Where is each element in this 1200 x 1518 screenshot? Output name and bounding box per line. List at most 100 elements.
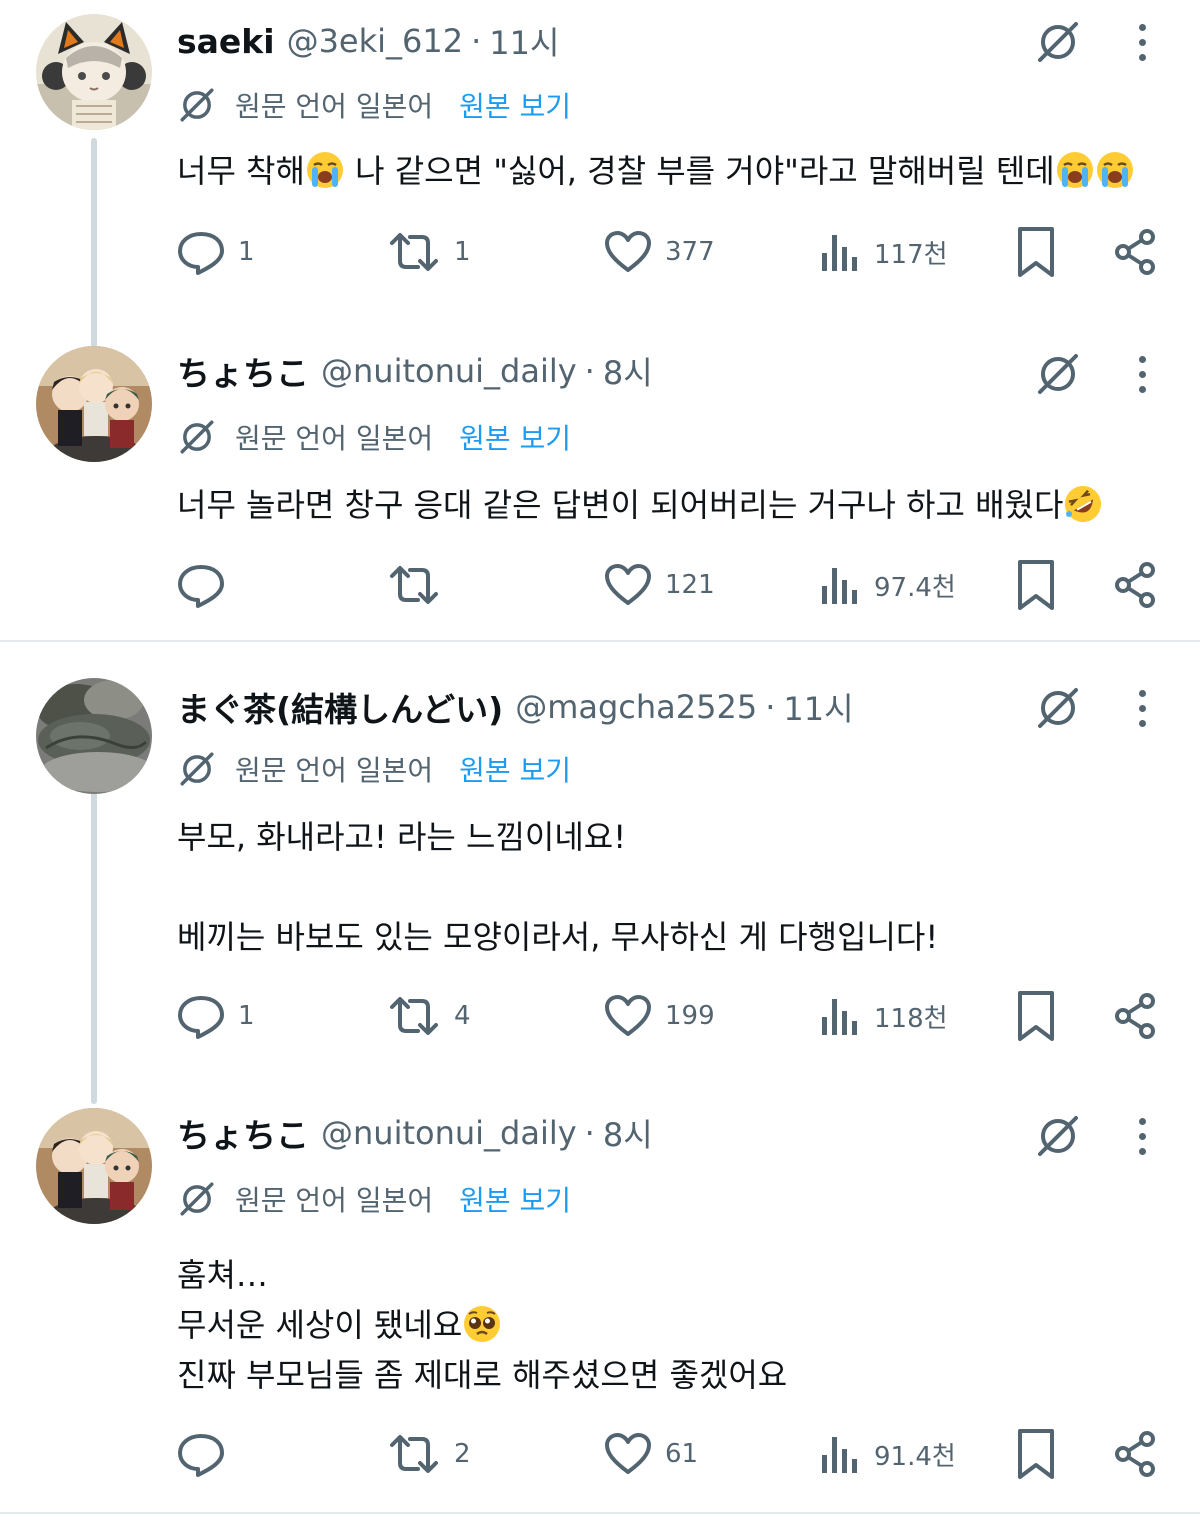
plush-dolls-group-avatar-icon — [36, 346, 152, 462]
avatar[interactable] — [36, 14, 152, 130]
reply-button[interactable]: 1 — [176, 986, 255, 1046]
retweet-count: 1 — [454, 237, 471, 267]
tweet-text-line — [177, 862, 1167, 912]
show-original-link[interactable]: 원본 보기 — [459, 417, 571, 457]
bookmark-icon — [1018, 991, 1054, 1041]
show-original-link[interactable]: 원본 보기 — [459, 1179, 571, 1219]
reply-icon — [178, 996, 224, 1039]
retweet-button[interactable]: 2 — [386, 1424, 471, 1484]
grok-button[interactable] — [1030, 346, 1086, 402]
user-handle[interactable]: @nuitonui_daily — [321, 352, 577, 390]
tweet-text-segment: 부모, 화내라고! 라는 느낌이네요! — [177, 818, 627, 856]
reply-button[interactable]: 1 — [176, 222, 255, 282]
tweet-header: ちょちこ @nuitonui_daily · 8시 — [177, 346, 653, 396]
translation-row: 원문 언어 일본어 원본 보기 — [177, 412, 571, 462]
reply-button[interactable] — [176, 555, 238, 615]
show-original-link[interactable]: 원본 보기 — [459, 749, 571, 789]
more-dots-icon — [1138, 689, 1146, 697]
translation-row: 원문 언어 일본어 원본 보기 — [177, 1174, 571, 1224]
retweet-button[interactable]: 4 — [386, 986, 471, 1046]
retweet-button[interactable] — [386, 555, 454, 615]
timestamp[interactable]: 11시 — [489, 18, 559, 64]
share-button[interactable] — [1110, 1424, 1160, 1484]
more-options-button[interactable] — [1120, 14, 1164, 70]
grok-button[interactable] — [1030, 14, 1086, 70]
like-button[interactable]: 61 — [603, 1424, 698, 1484]
more-dots-icon — [1138, 385, 1146, 393]
views-button[interactable]: 117천 — [818, 222, 948, 282]
action-bar: 2 61 91.4천 — [0, 1424, 1200, 1484]
more-options-button[interactable] — [1120, 1108, 1164, 1164]
display-name[interactable]: まぐ茶(結構しんどい) — [177, 683, 503, 731]
share-button[interactable] — [1110, 222, 1160, 282]
timestamp[interactable]: 8시 — [603, 348, 653, 394]
translation-row: 원문 언어 일본어 원본 보기 — [177, 80, 571, 130]
bookmark-button[interactable] — [1014, 555, 1058, 615]
share-button[interactable] — [1110, 986, 1160, 1046]
tweet-text-line: 무서운 세상이 됐네요 — [177, 1300, 1167, 1350]
like-count: 61 — [665, 1439, 699, 1469]
separator-dot: · — [584, 1114, 595, 1152]
retweet-icon — [390, 1435, 438, 1473]
like-button[interactable]: 199 — [603, 986, 715, 1046]
bookmark-button[interactable] — [1014, 222, 1058, 282]
heart-icon — [605, 995, 651, 1036]
more-dots-icon — [1138, 1147, 1146, 1155]
reply-icon — [178, 565, 224, 608]
display-name[interactable]: saeki — [177, 22, 275, 61]
retweet-count: 2 — [454, 1439, 471, 1469]
view-count: 91.4천 — [874, 1441, 956, 1472]
reply-count: 1 — [238, 1001, 255, 1031]
reply-button[interactable] — [176, 1424, 238, 1484]
more-options-button[interactable] — [1120, 680, 1164, 736]
tweet-header: まぐ茶(結構しんどい) @magcha2525 · 11시 — [177, 682, 854, 732]
tweet-text: 너무 놀라면 창구 응대 같은 답변이 되어버리는 거구나 하고 배웠다 — [177, 480, 1167, 530]
separator-dot: · — [471, 22, 482, 60]
user-handle[interactable]: @nuitonui_daily — [321, 1114, 577, 1152]
tweet-text-line: 훔쳐… — [177, 1250, 1167, 1300]
thread-connector-line — [91, 774, 97, 1104]
views-button[interactable]: 91.4천 — [818, 1424, 956, 1484]
avatar[interactable] — [36, 678, 152, 794]
loudly-crying-emoji-icon — [1055, 150, 1095, 204]
loudly-crying-emoji-icon — [305, 150, 345, 204]
like-button[interactable]: 121 — [603, 555, 715, 615]
user-handle[interactable]: @3eki_612 — [287, 22, 464, 60]
retweet-button[interactable]: 1 — [386, 222, 471, 282]
thread-2: まぐ茶(結構しんどい) @magcha2525 · 11시 원문 언어 일본어 … — [0, 644, 1200, 1514]
bookmark-button[interactable] — [1014, 986, 1058, 1046]
view-count: 117천 — [874, 239, 948, 270]
share-button[interactable] — [1110, 555, 1160, 615]
avatar[interactable] — [36, 346, 152, 462]
bookmark-button[interactable] — [1014, 1424, 1058, 1484]
display-name[interactable]: ちょちこ — [177, 1109, 309, 1157]
bookmark-icon — [1018, 1429, 1054, 1479]
more-dots-icon — [1138, 1132, 1146, 1140]
tweet-text-segment: 너무 착해 — [177, 152, 305, 190]
user-handle[interactable]: @magcha2525 — [515, 688, 757, 726]
display-name[interactable]: ちょちこ — [177, 347, 309, 395]
action-bar: 1 1 377 117천 — [0, 222, 1200, 282]
translate-icon — [180, 752, 214, 786]
timestamp[interactable]: 8시 — [603, 1110, 653, 1156]
share-icon — [1115, 562, 1155, 608]
show-original-link[interactable]: 원본 보기 — [459, 85, 571, 125]
timestamp[interactable]: 11시 — [783, 684, 853, 730]
action-bar: 121 97.4천 — [0, 555, 1200, 615]
grok-button[interactable] — [1030, 1108, 1086, 1164]
views-button[interactable]: 97.4천 — [818, 555, 956, 615]
more-options-button[interactable] — [1120, 346, 1164, 402]
retweet-icon — [390, 566, 438, 604]
views-button[interactable]: 118천 — [818, 986, 948, 1046]
grok-button[interactable] — [1030, 680, 1086, 736]
heart-icon — [605, 1433, 651, 1474]
plush-dolls-group-avatar-icon — [36, 1108, 152, 1224]
avatar[interactable] — [36, 1108, 152, 1224]
heart-icon — [605, 231, 651, 272]
plush-doll-cat-ears-avatar-icon — [36, 14, 152, 130]
like-button[interactable]: 377 — [603, 222, 715, 282]
tweet-text-line: 베끼는 바보도 있는 모양이라서, 무사하신 게 다행입니다! — [177, 912, 1167, 962]
translation-row: 원문 언어 일본어 원본 보기 — [177, 744, 571, 794]
reply-icon — [178, 1434, 224, 1477]
tweet-text: 훔쳐… 무서운 세상이 됐네요 진짜 부모님들 좀 제대로 해주셨으면 좋겠어요 — [177, 1250, 1167, 1400]
